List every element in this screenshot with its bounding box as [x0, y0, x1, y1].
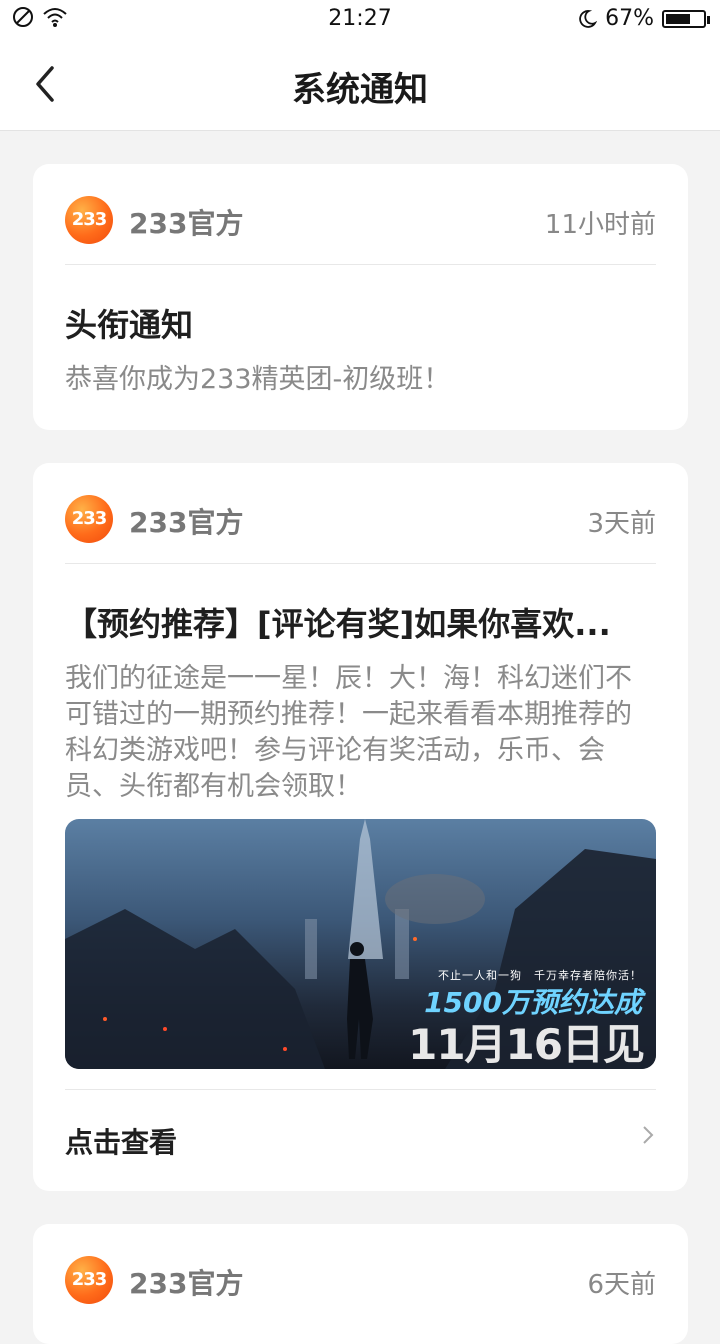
- moon-icon: [579, 9, 598, 28]
- sender-name: 233官方: [129, 207, 244, 240]
- banner-date: 11月16日见: [408, 1020, 645, 1069]
- notification-title: 【预约推荐】[评论有奖]如果你喜欢...: [65, 605, 611, 643]
- notification-card[interactable]: 233 233官方 6天前: [33, 1224, 688, 1344]
- notification-body: 我们的征途是一一星！辰！大！海！科幻迷们不可错过的一期预约推荐！一起来看看本期推…: [65, 663, 632, 802]
- notification-card[interactable]: 233 233官方 3天前 【预约推荐】[评论有奖]如果你喜欢... 我们的征途…: [33, 463, 688, 1191]
- battery-icon: [662, 9, 710, 28]
- notification-time: 3天前: [587, 509, 656, 539]
- notification-card[interactable]: 233 233官方 11小时前 头衔通知 恭喜你成为233精英团-初级班！: [33, 164, 688, 430]
- card-header: 233 233官方 11小时前: [65, 194, 656, 248]
- status-icons-right: 67%: [577, 6, 710, 31]
- promo-banner-image[interactable]: 不止一人和一狗 千万幸存者陪你活！ 1500万预约达成 11月16日见: [65, 819, 656, 1069]
- notification-time: 6天前: [587, 1270, 656, 1300]
- card-divider: [65, 264, 656, 265]
- card-header: 233 233官方 6天前: [65, 1254, 656, 1308]
- nav-header: 系统通知: [0, 38, 720, 131]
- card-divider: [65, 563, 656, 564]
- chevron-right-icon[interactable]: [640, 1121, 656, 1149]
- card-divider: [65, 1089, 656, 1090]
- battery-percent: 67%: [605, 6, 654, 31]
- notification-time: 11小时前: [544, 210, 656, 240]
- sender-name: 233官方: [129, 506, 244, 539]
- sender-logo: 233: [65, 495, 113, 543]
- notification-title: 头衔通知: [65, 306, 194, 344]
- sender-logo: 233: [65, 1256, 113, 1304]
- battery-level: [666, 13, 691, 24]
- notification-body: 恭喜你成为233精英团-初级班！: [65, 364, 451, 395]
- view-details-link[interactable]: 点击查看: [65, 1121, 177, 1161]
- card-header: 233 233官方 3天前: [65, 493, 656, 547]
- page-title: 系统通知: [292, 70, 428, 110]
- sender-logo: 233: [65, 196, 113, 244]
- status-bar: 21:27 67%: [0, 0, 720, 38]
- sender-name: 233官方: [129, 1267, 244, 1300]
